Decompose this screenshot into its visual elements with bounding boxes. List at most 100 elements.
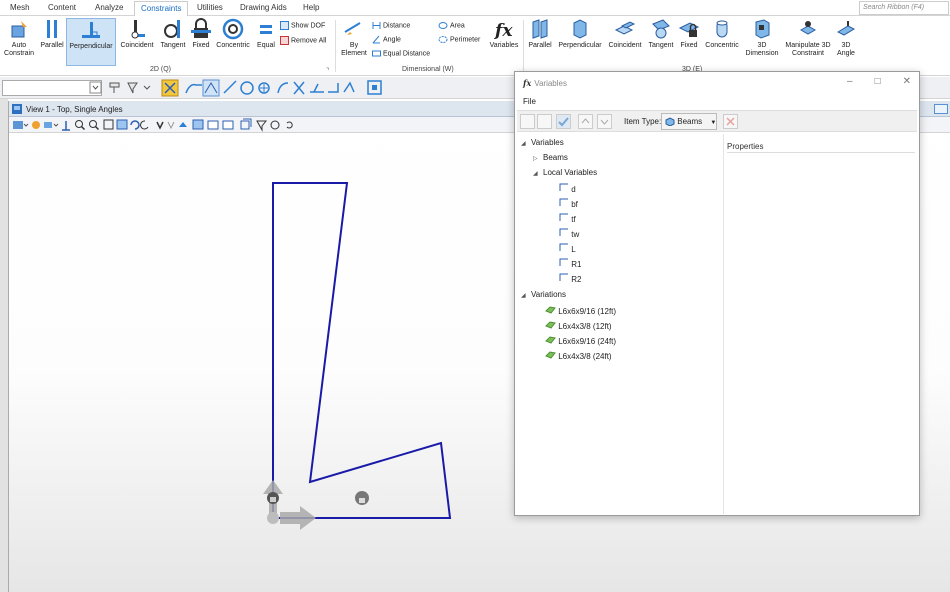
perpendicular-3d-button[interactable]: Perpendicular — [555, 18, 605, 66]
tree-node-local-variables[interactable]: ◢ Local Variables — [533, 168, 597, 177]
copy-view-icon — [179, 122, 187, 127]
view-attributes-icon — [13, 121, 23, 129]
equal-2d-button[interactable]: Equal — [254, 18, 278, 66]
tangent-3d-button[interactable]: Tangent — [646, 18, 676, 66]
tree-item-local-var[interactable]: L — [559, 243, 576, 254]
rotate-view-icon — [130, 120, 140, 130]
apply-button[interactable] — [556, 114, 571, 129]
distance-button[interactable]: Distance — [372, 21, 410, 30]
local-var-label: R2 — [571, 275, 582, 284]
tree-item-local-var[interactable]: R1 — [559, 258, 581, 269]
variation-icon — [545, 306, 556, 314]
element-template-dropdown[interactable] — [2, 80, 102, 96]
local-var-label: d — [571, 185, 576, 194]
tab-utilities[interactable]: Utilities — [197, 3, 223, 12]
tree-item-variation[interactable]: L6x6x9/16 (24ft) — [545, 335, 616, 346]
move-down-button[interactable] — [597, 114, 612, 129]
expanded-icon[interactable]: ◢ — [521, 140, 531, 147]
snap-toggle-center-icon — [372, 85, 377, 90]
minimize-button[interactable]: – — [847, 76, 853, 87]
perimeter-button[interactable]: Perimeter — [438, 35, 480, 44]
tree-node-variations[interactable]: ◢ Variations — [521, 290, 566, 299]
collapsed-icon[interactable]: ▷ — [533, 155, 543, 162]
tree-item-local-var[interactable]: bf — [559, 198, 578, 209]
saved-view-icon — [240, 118, 252, 130]
zoom-out-icon — [89, 120, 97, 128]
perpendicular-2d-label: Perpendicular — [69, 43, 113, 50]
ribbon-search-input[interactable]: Search Ribbon (F4) — [859, 1, 949, 15]
dropdown-arrow-icon — [89, 81, 102, 94]
tree-item-local-var[interactable]: R2 — [559, 273, 581, 284]
new-variable-button[interactable] — [520, 114, 535, 129]
coincident-3d-button[interactable]: Coincident — [605, 18, 645, 66]
remove-all-button[interactable]: Remove All — [280, 36, 326, 45]
dialog-launcher-icon[interactable]: ⌝ — [326, 67, 329, 75]
maximize-button[interactable]: □ — [875, 76, 881, 87]
view-tool-icons[interactable] — [11, 117, 321, 133]
equal-distance-button[interactable]: Equal Distance — [372, 49, 430, 58]
expanded-icon[interactable]: ◢ — [533, 170, 543, 177]
tree-item-variation[interactable]: L6x4x3/8 (24ft) — [545, 350, 612, 361]
tab-help[interactable]: Help — [303, 3, 319, 12]
tree-node-variables[interactable]: ◢ Variables — [521, 138, 564, 147]
tree-item-variation[interactable]: L6x4x3/8 (12ft) — [545, 320, 612, 331]
view-restore-button[interactable] — [934, 104, 948, 114]
tree-item-local-var[interactable]: d — [559, 183, 576, 194]
item-type-select[interactable]: Beams ▼ — [661, 113, 717, 130]
panel-splitter[interactable] — [723, 134, 724, 514]
variation-icon — [545, 321, 556, 329]
tree-node-beams[interactable]: ▷ Beams — [533, 153, 568, 162]
auto-constrain-button[interactable]: Auto Constrain — [2, 18, 36, 66]
remove-all-label: Remove All — [291, 37, 327, 45]
variables-dialog: fx Variables – □ ✕ File Item Type: Beams ▼ … — [514, 71, 920, 516]
fixed-3d-button[interactable]: Fixed — [677, 18, 701, 66]
menu-file[interactable]: File — [523, 97, 536, 106]
variable-icon — [559, 273, 568, 281]
tab-constraints[interactable]: Constraints — [134, 1, 189, 16]
copy-variable-button[interactable] — [537, 114, 552, 129]
view-layout-icon — [222, 120, 234, 130]
fit-view-icon — [116, 119, 128, 130]
zoom-handle-icon — [94, 125, 100, 131]
tree-item-local-var[interactable]: tw — [559, 228, 579, 239]
perpendicular-2d-button[interactable]: Perpendicular — [66, 18, 116, 66]
tab-drawing-aids[interactable]: Drawing Aids — [240, 3, 287, 12]
move-up-button[interactable] — [578, 114, 593, 129]
tree-label: Beams — [543, 153, 568, 162]
ribbon-separator — [523, 20, 524, 72]
tab-mesh[interactable]: Mesh — [10, 3, 30, 12]
pan-view-icon — [140, 120, 149, 130]
zoom-handle-icon — [80, 125, 86, 131]
filter-icon — [127, 82, 138, 94]
tab-analyze[interactable]: Analyze — [95, 3, 123, 12]
variables-button[interactable]: fx Variables — [487, 18, 521, 66]
coincident-2d-button[interactable]: Coincident — [117, 18, 157, 66]
tree-item-variation[interactable]: L6x6x9/16 (12ft) — [545, 305, 616, 316]
delete-button[interactable] — [723, 114, 738, 129]
3d-angle-button[interactable]: 3D Angle — [834, 18, 858, 66]
parallel-2d-button[interactable]: Parallel — [38, 18, 66, 66]
show-dof-button[interactable]: Show DOF — [280, 21, 325, 30]
area-button[interactable]: Area — [438, 21, 465, 30]
tree-label: Variations — [531, 290, 566, 299]
local-var-label: R1 — [571, 260, 582, 269]
concentric-2d-button[interactable]: Concentric — [213, 18, 253, 66]
tangent-3d-label: Tangent — [648, 42, 674, 49]
close-button[interactable]: ✕ — [903, 76, 911, 87]
angle-button[interactable]: Angle — [372, 35, 401, 44]
concentric-3d-button[interactable]: Concentric — [702, 18, 742, 66]
manipulate-3d-constraint-button[interactable]: Manipulate 3D Constraint — [783, 18, 833, 66]
expanded-icon[interactable]: ◢ — [521, 292, 531, 299]
tangent-2d-button[interactable]: Tangent — [157, 18, 189, 66]
concentric-icon — [222, 18, 244, 40]
tree-item-local-var[interactable]: tf — [559, 213, 576, 224]
parallel-3d-icon — [532, 19, 548, 39]
fixed-2d-button[interactable]: Fixed — [189, 18, 213, 66]
variation-label: L6x6x9/16 (24ft) — [558, 337, 617, 346]
3d-dimension-button[interactable]: 3D Dimension — [743, 18, 781, 66]
variation-label: L6x4x3/8 (12ft) — [558, 322, 612, 331]
tab-content[interactable]: Content — [48, 3, 76, 12]
parallel-3d-button[interactable]: Parallel — [526, 18, 554, 66]
by-element-button[interactable]: By Element — [338, 18, 370, 66]
auto-constrain-icon — [11, 21, 27, 38]
